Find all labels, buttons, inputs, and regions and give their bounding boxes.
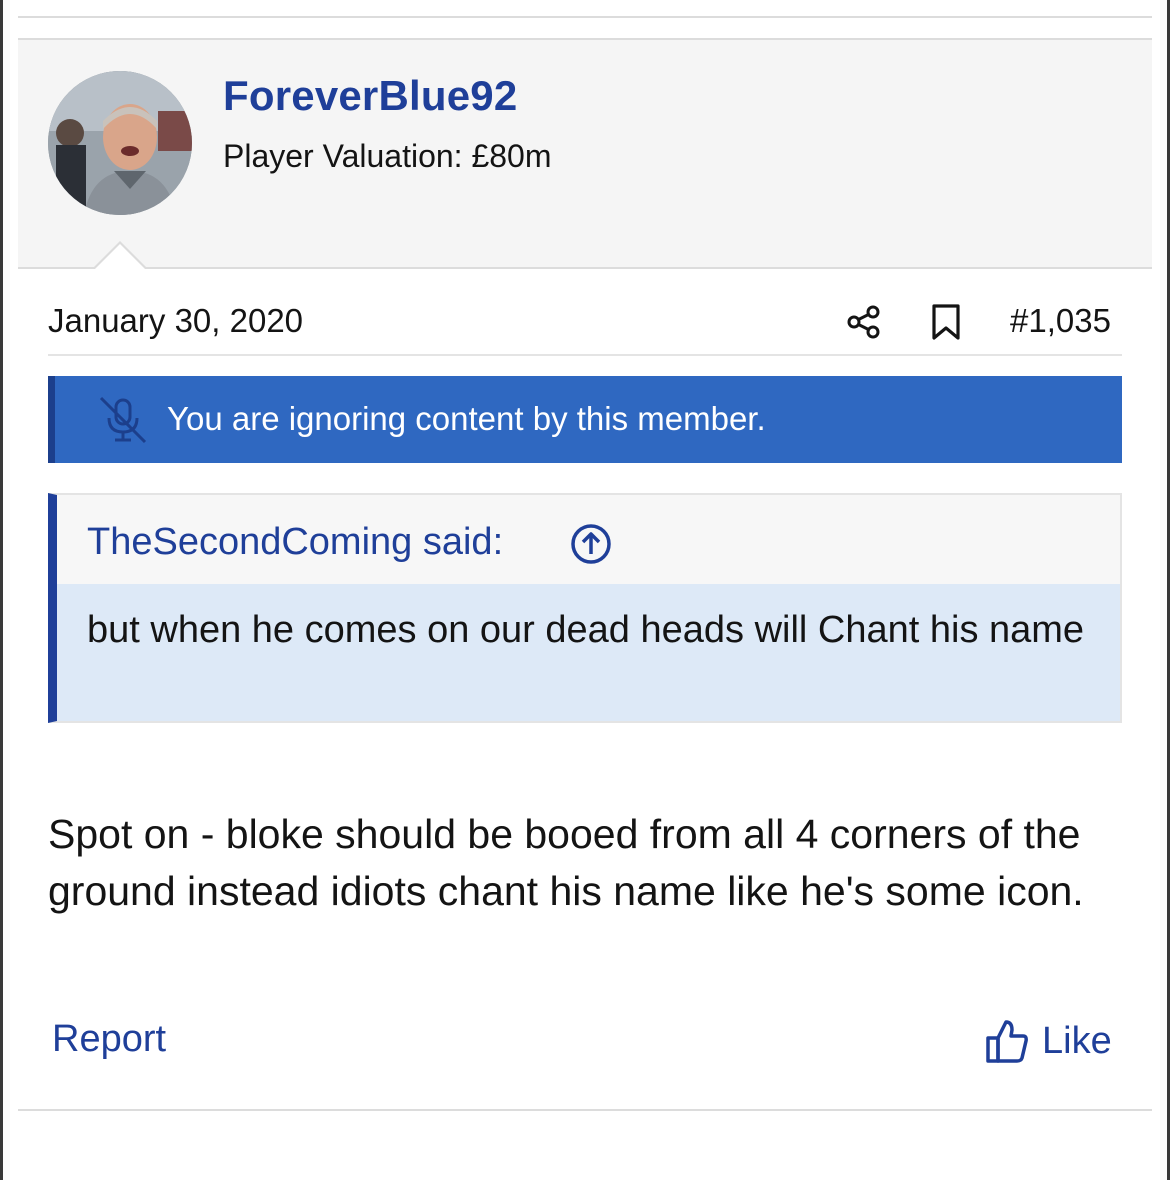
author-valuation: Player Valuation: £80m bbox=[223, 138, 552, 174]
ignore-notice-text: You are ignoring content by this member. bbox=[167, 400, 766, 437]
share-icon[interactable] bbox=[846, 304, 882, 340]
ignore-notice-banner[interactable]: You are ignoring content by this member. bbox=[48, 376, 1122, 463]
post-number-link[interactable]: #1,035 bbox=[1010, 302, 1111, 340]
quote-body: but when he comes on our dead heads will… bbox=[57, 584, 1120, 721]
forum-post-page: ForeverBlue92 Player Valuation: £80m Jan… bbox=[0, 0, 1170, 1180]
quote-text: but when he comes on our dead heads will… bbox=[87, 609, 1085, 651]
quote-header: TheSecondComing said: bbox=[57, 495, 1120, 584]
arrow-up-circle-icon[interactable] bbox=[570, 523, 612, 565]
quote-author[interactable]: TheSecondComing said: bbox=[87, 521, 503, 564]
top-divider bbox=[18, 16, 1152, 18]
quote-block: TheSecondComing said: but when he comes … bbox=[48, 493, 1122, 723]
like-button[interactable]: Like bbox=[986, 1016, 1112, 1066]
like-label: Like bbox=[1042, 1019, 1112, 1062]
bookmark-icon[interactable] bbox=[930, 303, 962, 341]
thumbs-up-icon bbox=[986, 1020, 1028, 1063]
header-pointer-fill bbox=[94, 244, 146, 270]
meta-divider bbox=[48, 354, 1122, 356]
author-username[interactable]: ForeverBlue92 bbox=[223, 72, 517, 120]
post-date[interactable]: January 30, 2020 bbox=[48, 302, 303, 340]
left-edge bbox=[0, 0, 3, 1180]
post-body-text: Spot on - bloke should be booed from all… bbox=[48, 811, 1084, 914]
bottom-divider bbox=[18, 1109, 1152, 1111]
report-link[interactable]: Report bbox=[52, 1018, 166, 1061]
avatar[interactable] bbox=[48, 71, 192, 215]
muted-microphone-icon bbox=[99, 396, 147, 444]
